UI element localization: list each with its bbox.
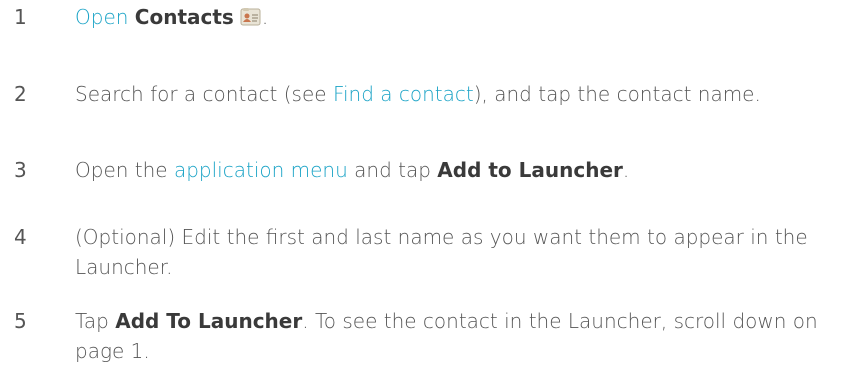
step-number: 3 (14, 158, 27, 182)
step-end: . (261, 5, 269, 29)
contacts-icon (240, 5, 262, 26)
find-a-contact-link[interactable]: Find a contact (333, 82, 474, 106)
add-to-launcher-label: Add To Launcher (115, 309, 303, 333)
application-menu-link[interactable]: application menu (174, 158, 348, 182)
step-text: (Optional) Edit the first and last name … (75, 225, 808, 279)
step-number: 2 (14, 82, 27, 106)
step-text: Open Contacts. (75, 2, 820, 32)
contacts-label: Contacts (134, 5, 234, 29)
add-to-launcher-label: Add to Launcher (437, 158, 623, 182)
step-text-after: ), and tap the contact name. (473, 82, 761, 106)
step-text: Open the application menu and tap Add to… (75, 155, 820, 185)
step-text: Search for a contact (see Find a contact… (75, 79, 820, 109)
step-number: 1 (14, 5, 27, 29)
step-number: 5 (14, 309, 27, 333)
step-text-before: Search for a contact (see (75, 82, 333, 106)
step-text-before: Open the (75, 158, 174, 182)
step-text: Tap Add To Launcher. To see the contact … (75, 306, 820, 366)
step-number: 4 (14, 225, 27, 249)
step-text-middle: and tap (347, 158, 438, 182)
open-link[interactable]: Open (75, 5, 128, 29)
step-end: . (622, 158, 630, 182)
step-text-before: Tap (75, 309, 116, 333)
